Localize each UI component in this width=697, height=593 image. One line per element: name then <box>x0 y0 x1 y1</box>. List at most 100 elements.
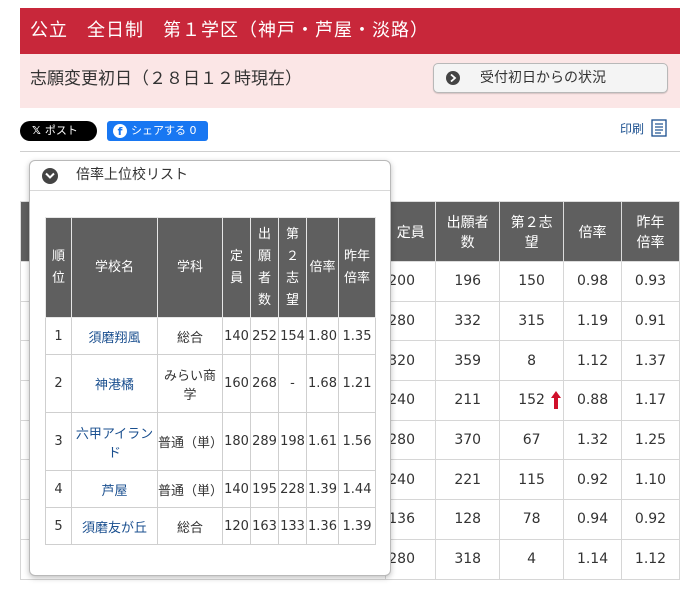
ratio-cell: 0.92 <box>563 459 623 501</box>
facebook-share-button[interactable]: f シェアする 0 <box>107 121 208 141</box>
school-name-link[interactable]: 六甲アイランド <box>76 427 153 461</box>
last-ratio-cell: 1.25 <box>621 419 680 461</box>
ranking-row: 3 六甲アイランド 普通（単） 180 289 198 1.61 1.56 <box>45 412 376 471</box>
rank-header-dept: 学科 <box>157 217 223 318</box>
applicants-cell: 128 <box>435 499 501 540</box>
ratio-cell: 0.88 <box>563 380 623 421</box>
status-button-label: 受付初日からの状況 <box>480 70 606 86</box>
rank-cell: 2 <box>45 354 72 413</box>
second-choice-cell: 150 <box>499 261 565 302</box>
rank-header-applicants-text: 出願者数 <box>258 226 272 308</box>
rank-header-last-ratio: 昨年倍率 <box>338 217 376 318</box>
rank-header-rank-text: 順位 <box>52 248 66 286</box>
ratio-cell: 1.32 <box>563 419 623 461</box>
rank-header-second-text: 第２志望 <box>286 226 300 308</box>
ratio-cell: 1.39 <box>306 470 339 508</box>
dept-cell: 総合 <box>157 317 223 355</box>
last-ratio-cell: 0.92 <box>621 499 680 540</box>
capacity-cell: 240 <box>385 380 437 421</box>
last-ratio-cell: 1.21 <box>338 354 376 413</box>
rank-header-last-ratio-text: 昨年倍率 <box>343 248 370 286</box>
print-icon[interactable] <box>650 118 670 138</box>
print-link[interactable]: 印刷 <box>620 120 644 137</box>
school-cell: 須磨友が丘 <box>71 507 158 545</box>
main-header-applicants: 出願者数 <box>435 201 501 262</box>
ranking-popup-title: 倍率上位校リスト <box>76 167 188 183</box>
main-header-last-ratio: 昨年倍率 <box>621 201 680 262</box>
ratio-cell: 1.12 <box>563 340 623 382</box>
rank-header-rank: 順位 <box>45 217 72 318</box>
ratio-cell: 1.80 <box>306 317 339 355</box>
ratio-cell: 0.94 <box>563 499 623 540</box>
capacity-cell: 180 <box>222 412 251 471</box>
ratio-cell: 1.61 <box>306 412 339 471</box>
second-choice-cell: 67 <box>499 419 565 461</box>
capacity-cell: 240 <box>385 459 437 501</box>
second-choice-cell: 198 <box>278 412 307 471</box>
page-header: 公立 全日制 第１学区（神戸・芦屋・淡路） <box>20 8 680 54</box>
applicants-cell: 289 <box>250 412 279 471</box>
second-choice-cell: 8 <box>499 340 565 382</box>
ratio-cell: 1.68 <box>306 354 339 413</box>
second-choice-cell: 315 <box>499 300 565 342</box>
ranking-popup-toggle[interactable]: 倍率上位校リスト <box>30 161 390 191</box>
last-ratio-cell: 0.91 <box>621 300 680 342</box>
second-choice-cell: 4 <box>499 538 565 580</box>
facebook-icon: f <box>113 124 127 138</box>
applicants-cell: 195 <box>250 470 279 508</box>
dept-cell: みらい商学 <box>157 354 223 413</box>
ranking-row: 1 須磨翔風 総合 140 252 154 1.80 1.35 <box>45 317 376 355</box>
capacity-cell: 140 <box>222 470 251 508</box>
ratio-cell: 1.14 <box>563 538 623 580</box>
last-ratio-cell: 1.35 <box>338 317 376 355</box>
last-ratio-cell: 1.44 <box>338 470 376 508</box>
rank-header-school: 学校名 <box>71 217 158 318</box>
main-header-ratio: 倍率 <box>563 201 623 262</box>
school-cell: 芦屋 <box>71 470 158 508</box>
school-name-link[interactable]: 神港橘 <box>95 378 134 393</box>
applicants-cell: 318 <box>435 538 501 580</box>
x-logo-icon: 𝕏 <box>32 124 41 137</box>
school-name-link[interactable]: 須磨友が丘 <box>82 521 147 536</box>
x-share-label: ポスト <box>44 124 78 137</box>
rank-header-second: 第２志望 <box>278 217 307 318</box>
ratio-cell: 1.36 <box>306 507 339 545</box>
ranking-table: 順位 学校名 学科 定員 出願者数 第２志望 倍率 昨年倍率 1 須磨翔風 総合 14… <box>45 217 376 545</box>
up-arrow-icon <box>551 391 562 413</box>
capacity-cell: 280 <box>385 419 437 461</box>
ranking-row: 4 芦屋 普通（単） 140 195 228 1.39 1.44 <box>45 470 376 508</box>
last-ratio-cell: 1.10 <box>621 459 680 501</box>
capacity-cell: 320 <box>385 340 437 382</box>
capacity-cell: 140 <box>222 317 251 355</box>
applicants-cell: 359 <box>435 340 501 382</box>
applicants-cell: 163 <box>250 507 279 545</box>
dept-cell: 総合 <box>157 507 223 545</box>
capacity-cell: 160 <box>222 354 251 413</box>
applicants-cell: 196 <box>435 261 501 302</box>
second-choice-cell: 228 <box>278 470 307 508</box>
ranking-row: 5 須磨友が丘 総合 120 163 133 1.36 1.39 <box>45 507 376 545</box>
applicants-cell: 252 <box>250 317 279 355</box>
capacity-cell: 120 <box>222 507 251 545</box>
dept-cell: 普通（単） <box>157 470 223 508</box>
applicants-cell: 332 <box>435 300 501 342</box>
last-ratio-cell: 1.37 <box>621 340 680 382</box>
school-name-link[interactable]: 須磨翔風 <box>88 331 140 346</box>
last-ratio-cell: 1.17 <box>621 380 680 421</box>
main-header-second-choice: 第２志望 <box>499 201 565 262</box>
sub-title: 志願変更初日（２８日１２時現在） <box>30 69 302 89</box>
capacity-cell: 280 <box>385 300 437 342</box>
second-choice-cell: - <box>278 354 307 413</box>
school-name-link[interactable]: 芦屋 <box>101 484 127 499</box>
ranking-header-row: 順位 学校名 学科 定員 出願者数 第２志望 倍率 昨年倍率 <box>45 217 376 318</box>
capacity-cell: 200 <box>385 261 437 302</box>
status-since-first-day-button[interactable]: 受付初日からの状況 <box>433 63 668 93</box>
facebook-share-label: シェアする 0 <box>131 124 197 137</box>
rank-header-capacity-text: 定員 <box>230 248 244 286</box>
second-choice-cell: 115 <box>499 459 565 501</box>
applicants-cell: 268 <box>250 354 279 413</box>
applicants-cell: 221 <box>435 459 501 501</box>
x-share-button[interactable]: 𝕏 ポスト <box>20 121 97 141</box>
last-ratio-cell: 1.56 <box>338 412 376 471</box>
ratio-cell: 1.19 <box>563 300 623 342</box>
